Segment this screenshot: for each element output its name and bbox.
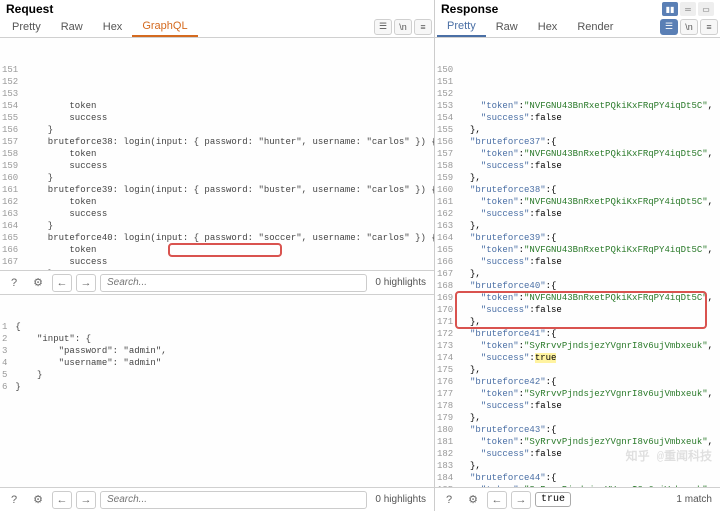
request-code-upper[interactable]: 1511521531541551561571581591601611621631…: [0, 38, 434, 270]
search-input-upper[interactable]: [100, 274, 367, 292]
request-tabs: Pretty Raw Hex GraphQL ☰ \n ≡: [0, 16, 434, 38]
nav-left-icon-lower[interactable]: ←: [52, 491, 72, 509]
match-count: 1 match: [672, 494, 716, 505]
tool-button-1[interactable]: ☰: [374, 19, 392, 35]
tab-resp-pretty[interactable]: Pretty: [437, 17, 486, 37]
search-input-lower[interactable]: [100, 491, 367, 509]
tab-resp-raw[interactable]: Raw: [486, 18, 528, 36]
nav-right-icon[interactable]: →: [76, 274, 96, 292]
tab-pretty[interactable]: Pretty: [2, 18, 51, 36]
tool-newline-icon[interactable]: \n: [394, 19, 412, 35]
help-icon[interactable]: ?: [4, 274, 24, 292]
response-code[interactable]: 1501511521531541551561571581591601611621…: [435, 38, 720, 487]
resp-help-icon[interactable]: ?: [439, 491, 459, 509]
search-input-response[interactable]: true: [535, 492, 571, 507]
request-footer: ? ⚙ ← → 0 highlights: [0, 487, 434, 511]
response-footer: ? ⚙ ← → true 1 match: [435, 487, 720, 511]
resp-nav-left-icon[interactable]: ←: [487, 491, 507, 509]
highlights-count-upper: 0 highlights: [371, 277, 430, 288]
view-mode-split-icon[interactable]: ▮▮: [662, 2, 678, 16]
view-mode-single-icon[interactable]: ▭: [698, 2, 714, 16]
nav-right-icon-lower[interactable]: →: [76, 491, 96, 509]
tool-button-3[interactable]: ≡: [414, 19, 432, 35]
tab-raw[interactable]: Raw: [51, 18, 93, 36]
resp-nav-right-icon[interactable]: →: [511, 491, 531, 509]
gear-icon[interactable]: ⚙: [28, 274, 48, 292]
request-pane: Request Pretty Raw Hex GraphQL ☰ \n ≡ 15…: [0, 0, 435, 511]
request-code-lower[interactable]: 123456 { "input": { "password": "admin",…: [0, 294, 434, 487]
help-icon-lower[interactable]: ?: [4, 491, 24, 509]
response-pane: ▮▮ ═ ▭ Response Pretty Raw Hex Render ☰ …: [435, 0, 720, 511]
resp-tool-icon[interactable]: ☰: [660, 19, 678, 35]
request-title: Request: [0, 0, 434, 16]
resp-tool-3[interactable]: ≡: [700, 19, 718, 35]
request-mid-toolbar: ? ⚙ ← → 0 highlights: [0, 270, 434, 294]
highlights-count-lower: 0 highlights: [371, 494, 430, 505]
tab-resp-hex[interactable]: Hex: [528, 18, 568, 36]
tab-resp-render[interactable]: Render: [567, 18, 623, 36]
tab-hex[interactable]: Hex: [93, 18, 133, 36]
nav-left-icon[interactable]: ←: [52, 274, 72, 292]
resp-gear-icon[interactable]: ⚙: [463, 491, 483, 509]
gear-icon-lower[interactable]: ⚙: [28, 491, 48, 509]
view-mode-horizontal-icon[interactable]: ═: [680, 2, 696, 16]
response-tabs: Pretty Raw Hex Render ☰ \n ≡: [435, 16, 720, 38]
resp-newline-icon[interactable]: \n: [680, 19, 698, 35]
tab-graphql[interactable]: GraphQL: [132, 17, 197, 37]
